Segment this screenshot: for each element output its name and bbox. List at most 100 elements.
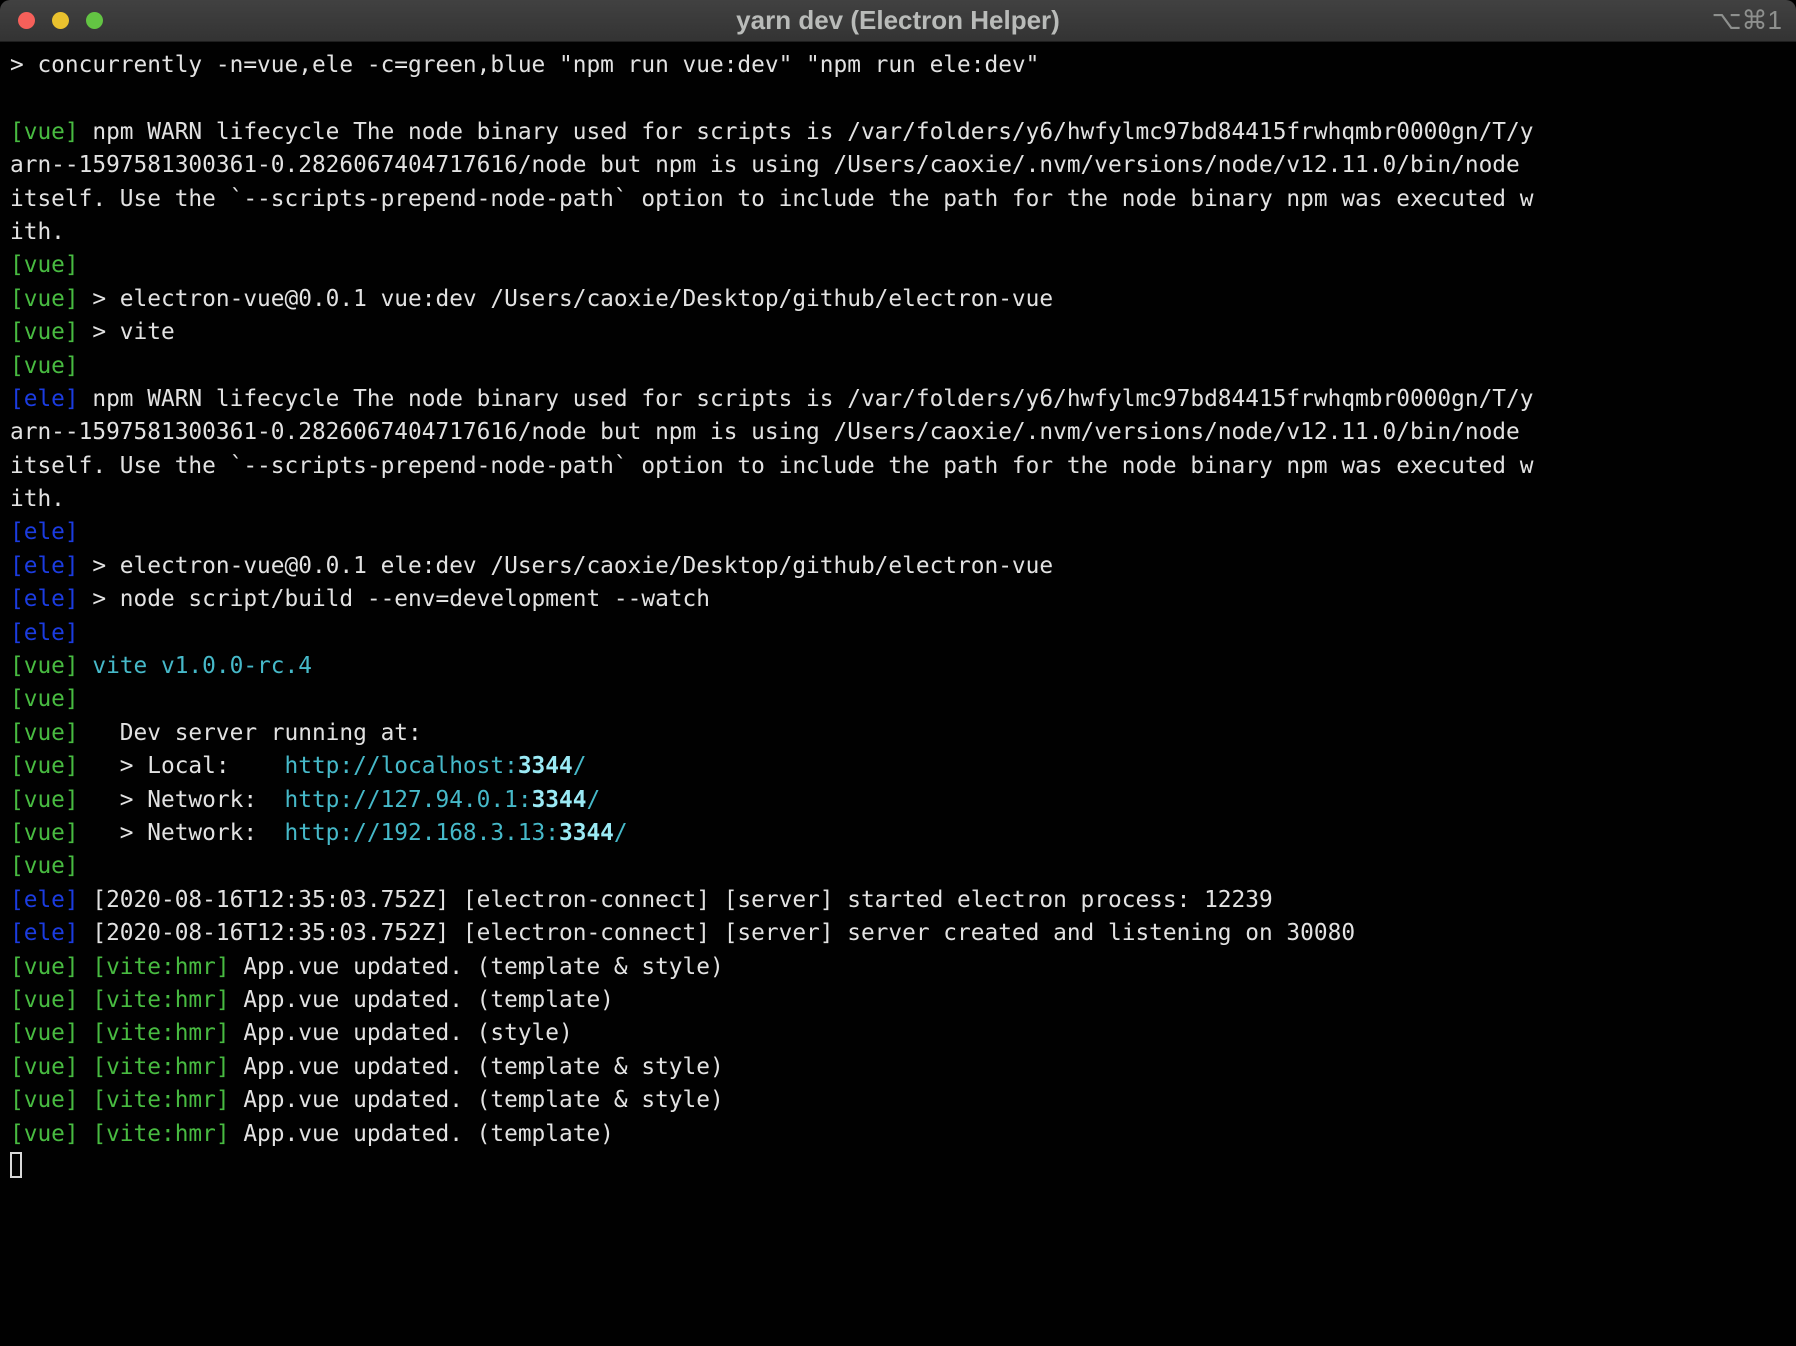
terminal-text-segment: [ele] [10,887,79,913]
terminal-line: [vue] [vite:hmr] App.vue updated. (templ… [10,984,1796,1017]
terminal-text-segment: [ele] [10,620,79,646]
terminal-line: [vue] > Local: http://localhost:3344/ [10,750,1796,783]
terminal-line: ith. [10,483,1796,516]
terminal-text-segment: [ele] [10,920,79,946]
terminal-text-segment: [vue] [10,286,79,312]
terminal-text-segment: [vue] [vite:hmr] [10,1087,230,1113]
traffic-lights [18,12,103,29]
terminal-text-segment [79,653,93,679]
terminal-line: [vue] npm WARN lifecycle The node binary… [10,116,1796,149]
terminal-text-segment: [vue] [10,753,79,779]
terminal-output[interactable]: > concurrently -n=vue,ele -c=green,blue … [0,42,1796,1184]
terminal-line: ith. [10,216,1796,249]
terminal-line: [ele] [2020-08-16T12:35:03.752Z] [electr… [10,884,1796,917]
terminal-text-segment: itself. Use the `--scripts-prepend-node-… [10,453,1533,479]
titlebar[interactable]: yarn dev (Electron Helper) ⌥⌘1 [0,0,1796,42]
terminal-text-segment: [vue] [10,653,79,679]
terminal-text-segment: App.vue updated. (style) [230,1020,573,1046]
terminal-line: [vue] [vite:hmr] App.vue updated. (style… [10,1017,1796,1050]
terminal-line: [vue] Dev server running at: [10,717,1796,750]
terminal-text-segment: http://127.94.0.1: [285,787,532,813]
terminal-text-segment: [ele] [10,386,79,412]
terminal-text-segment: [ele] [10,519,79,545]
terminal-text-segment: App.vue updated. (template & style) [230,1054,724,1080]
terminal-line [10,82,1796,115]
terminal-line: > concurrently -n=vue,ele -c=green,blue … [10,49,1796,82]
terminal-text-segment: [vue] [10,119,79,145]
terminal-text-segment: / [573,753,587,779]
terminal-line: [ele] > electron-vue@0.0.1 ele:dev /User… [10,550,1796,583]
terminal-line: [vue] [vite:hmr] App.vue updated. (templ… [10,1051,1796,1084]
terminal-text-segment: App.vue updated. (template) [230,1121,614,1147]
close-button[interactable] [18,12,35,29]
terminal-text-segment: [2020-08-16T12:35:03.752Z] [electron-con… [79,887,1273,913]
terminal-text-segment: [vue] [vite:hmr] [10,1121,230,1147]
terminal-text-segment: [ele] [10,586,79,612]
tab-shortcut-badge: ⌥⌘1 [1712,0,1782,41]
terminal-text-segment: itself. Use the `--scripts-prepend-node-… [10,186,1533,212]
terminal-line: [vue] > vite [10,316,1796,349]
terminal-line: [ele] [10,617,1796,650]
terminal-text-segment: / [586,787,600,813]
terminal-text-segment: App.vue updated. (template) [230,987,614,1013]
terminal-text-segment: [vue] [10,787,79,813]
terminal-line: [vue] [10,683,1796,716]
terminal-window: yarn dev (Electron Helper) ⌥⌘1 > concurr… [0,0,1796,1346]
terminal-text-segment: App.vue updated. (template & style) [230,954,724,980]
terminal-text-segment: [vue] [10,319,79,345]
terminal-line: itself. Use the `--scripts-prepend-node-… [10,450,1796,483]
terminal-cursor-line [10,1151,1796,1184]
terminal-text-segment: 3344 [532,787,587,813]
terminal-text-segment: > Local: [79,753,285,779]
terminal-text-segment: > concurrently -n=vue,ele -c=green,blue … [10,52,1039,78]
terminal-text-segment: npm WARN lifecycle The node binary used … [79,386,1534,412]
terminal-text-segment: > vite [79,319,175,345]
terminal-text-segment: > electron-vue@0.0.1 vue:dev /Users/caox… [79,286,1053,312]
terminal-text-segment: http://localhost: [285,753,518,779]
terminal-text-segment: > Network: [79,787,285,813]
terminal-text-segment: > node script/build --env=development --… [79,586,710,612]
terminal-text-segment: [2020-08-16T12:35:03.752Z] [electron-con… [79,920,1355,946]
terminal-text-segment: [vue] [vite:hmr] [10,1020,230,1046]
terminal-cursor [10,1152,22,1178]
terminal-line: [vue] vite v1.0.0-rc.4 [10,650,1796,683]
terminal-text-segment: [vue] [10,820,79,846]
terminal-text-segment: [vue] [10,252,79,278]
zoom-button[interactable] [86,12,103,29]
window-title: yarn dev (Electron Helper) [0,0,1796,41]
terminal-line: [vue] [vite:hmr] App.vue updated. (templ… [10,1118,1796,1151]
terminal-line: [vue] [10,350,1796,383]
terminal-text-segment: [vue] [vite:hmr] [10,987,230,1013]
terminal-text-segment: [vue] [10,353,79,379]
terminal-text-segment: npm WARN lifecycle The node binary used … [79,119,1534,145]
terminal-text-segment: [vue] [vite:hmr] [10,954,230,980]
terminal-line: [vue] [10,249,1796,282]
terminal-text-segment: App.vue updated. (template & style) [230,1087,724,1113]
minimize-button[interactable] [52,12,69,29]
terminal-line: [vue] [vite:hmr] App.vue updated. (templ… [10,951,1796,984]
terminal-text-segment: [ele] [10,553,79,579]
terminal-text-segment: [vue] [vite:hmr] [10,1054,230,1080]
terminal-text-segment: 3344 [559,820,614,846]
terminal-line: [ele] npm WARN lifecycle The node binary… [10,383,1796,416]
terminal-line: [vue] [10,850,1796,883]
terminal-text-segment: [vue] [10,686,79,712]
terminal-line: [ele] [10,516,1796,549]
terminal-text-segment: http://192.168.3.13: [285,820,560,846]
terminal-text-segment: > Network: [79,820,285,846]
terminal-text-segment: [vue] [10,720,79,746]
terminal-text-segment: vite v1.0.0-rc.4 [92,653,312,679]
terminal-line: [vue] > electron-vue@0.0.1 vue:dev /User… [10,283,1796,316]
terminal-line: arn--1597581300361-0.2826067404717616/no… [10,149,1796,182]
terminal-text-segment: arn--1597581300361-0.2826067404717616/no… [10,152,1520,178]
terminal-text-segment: > electron-vue@0.0.1 ele:dev /Users/caox… [79,553,1053,579]
terminal-text-segment: 3344 [518,753,573,779]
terminal-line: [vue] > Network: http://192.168.3.13:334… [10,817,1796,850]
terminal-text-segment: ith. [10,219,65,245]
terminal-line: [ele] [2020-08-16T12:35:03.752Z] [electr… [10,917,1796,950]
terminal-line: [ele] > node script/build --env=developm… [10,583,1796,616]
terminal-line: itself. Use the `--scripts-prepend-node-… [10,183,1796,216]
terminal-line: [vue] [vite:hmr] App.vue updated. (templ… [10,1084,1796,1117]
terminal-text-segment: Dev server running at: [79,720,422,746]
terminal-line: [vue] > Network: http://127.94.0.1:3344/ [10,784,1796,817]
